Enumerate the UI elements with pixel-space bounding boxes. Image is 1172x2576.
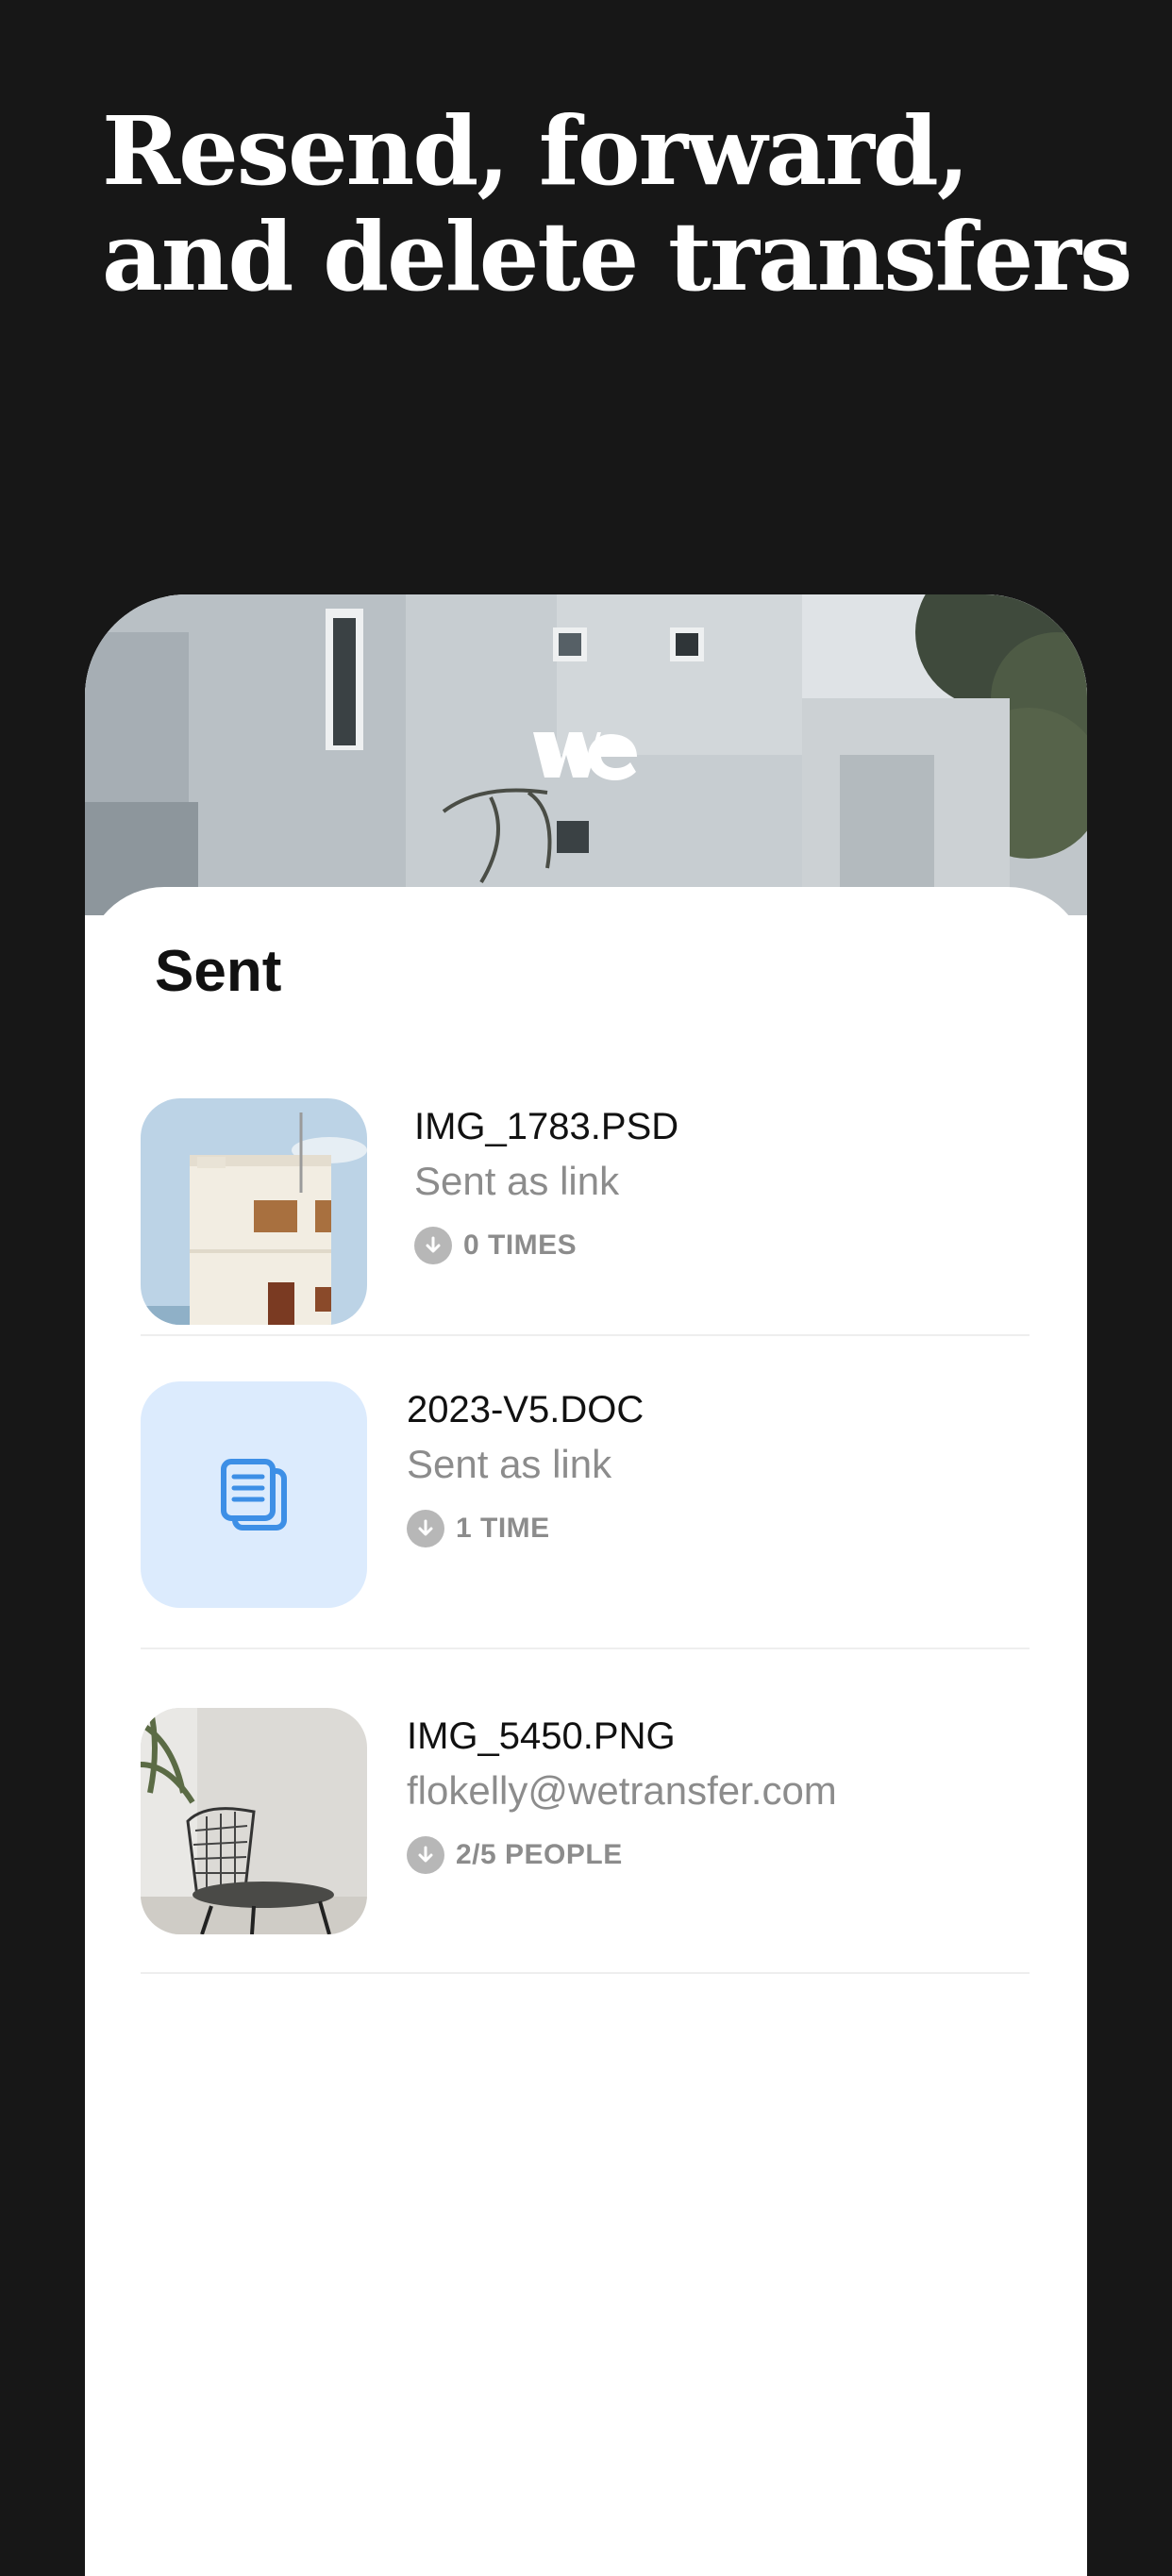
download-count: 0 TIMES bbox=[463, 1229, 578, 1261]
sheet-title: Sent bbox=[155, 939, 282, 1004]
transfer-subtitle: Sent as link bbox=[407, 1442, 612, 1486]
transfer-filename: 2023-V5.DOC bbox=[407, 1389, 645, 1430]
transfer-filename: IMG_1783.PSD bbox=[414, 1106, 679, 1147]
transfer-item[interactable]: 2023-V5.DOC Sent as link 1 TIME bbox=[141, 1381, 1030, 1649]
wetransfer-logo-icon bbox=[533, 732, 637, 780]
headline-line-2: and delete transfers bbox=[102, 201, 1132, 312]
transfer-subtitle: Sent as link bbox=[414, 1159, 620, 1203]
phone-mockup: Sent IMG_1783.PSD Sent as link 0 TIMES 2… bbox=[85, 594, 1087, 2576]
transfer-subtitle: flokelly@wetransfer.com bbox=[407, 1768, 837, 1813]
download-count: 2/5 PEOPLE bbox=[456, 1839, 623, 1870]
hero-image bbox=[85, 594, 1087, 915]
headline: Resend, forward, and delete transfers bbox=[102, 95, 1132, 312]
download-icon bbox=[407, 1836, 444, 1874]
download-icon bbox=[414, 1227, 452, 1264]
transfer-downloads: 0 TIMES bbox=[414, 1227, 678, 1264]
white-house-photo bbox=[141, 1098, 367, 1325]
sent-sheet: Sent IMG_1783.PSD Sent as link 0 TIMES 2… bbox=[85, 887, 1087, 2576]
document-icon bbox=[221, 1459, 287, 1531]
transfer-downloads: 2/5 PEOPLE bbox=[407, 1836, 837, 1874]
headline-line-1: Resend, forward, bbox=[102, 95, 970, 207]
wire-chair-photo bbox=[141, 1708, 367, 1934]
transfer-filename: IMG_5450.PNG bbox=[407, 1715, 676, 1757]
transfer-item[interactable]: IMG_1783.PSD Sent as link 0 TIMES bbox=[141, 1098, 1030, 1336]
transfer-item[interactable]: IMG_5450.PNG flokelly@wetransfer.com 2/5… bbox=[141, 1708, 1030, 1974]
transfer-downloads: 1 TIME bbox=[407, 1510, 644, 1547]
download-icon bbox=[407, 1510, 444, 1547]
download-count: 1 TIME bbox=[456, 1513, 550, 1544]
document-thumbnail bbox=[141, 1381, 367, 1608]
